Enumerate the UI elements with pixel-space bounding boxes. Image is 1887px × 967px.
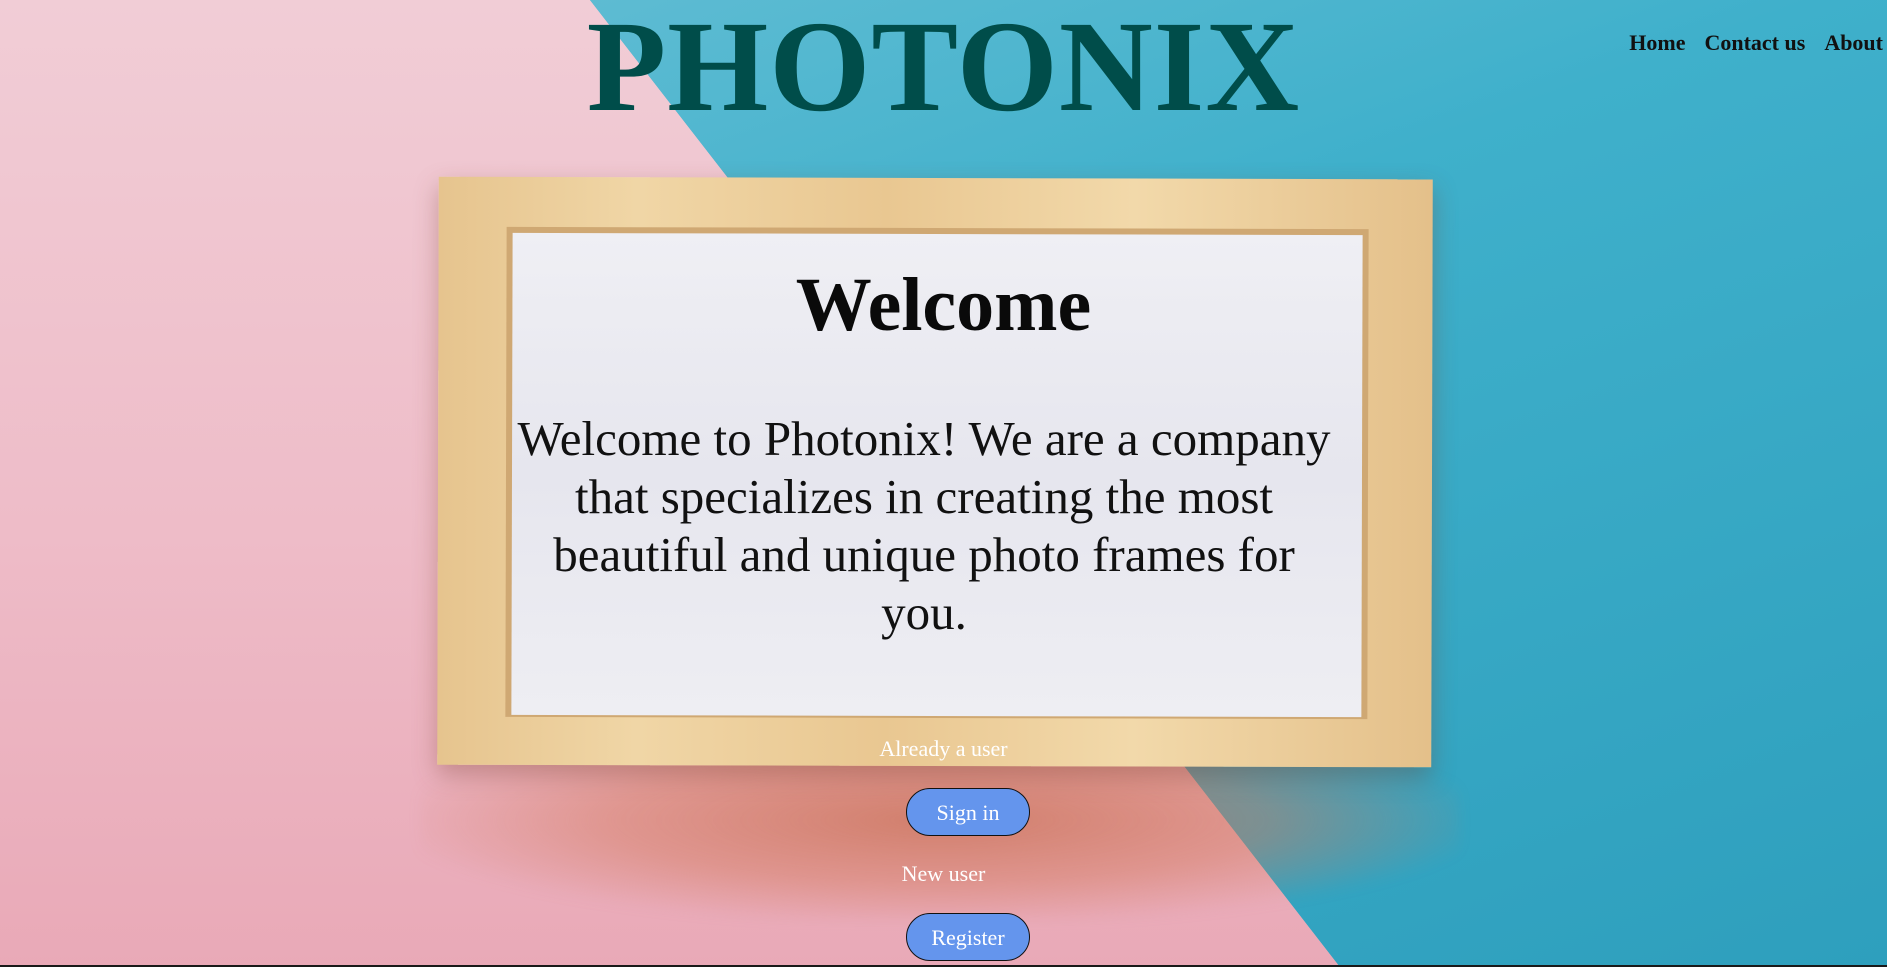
nav-link-about[interactable]: About: [1824, 30, 1883, 56]
register-button[interactable]: Register: [906, 913, 1030, 961]
brand-logo-text: PHOTONIX: [586, 0, 1301, 139]
nav-link-home[interactable]: Home: [1629, 30, 1685, 56]
page: PHOTONIX Home Contact us About Welcome W…: [0, 0, 1887, 967]
welcome-heading: Welcome: [795, 263, 1092, 347]
top-nav: Home Contact us About: [1629, 30, 1883, 56]
sign-in-button[interactable]: Sign in: [906, 788, 1030, 836]
already-a-user-label: Already a user: [879, 736, 1008, 761]
nav-link-contact-us[interactable]: Contact us: [1704, 30, 1805, 56]
welcome-intro-text: Welcome to Photonix! We are a company th…: [517, 411, 1331, 640]
new-user-label: New user: [901, 861, 986, 886]
